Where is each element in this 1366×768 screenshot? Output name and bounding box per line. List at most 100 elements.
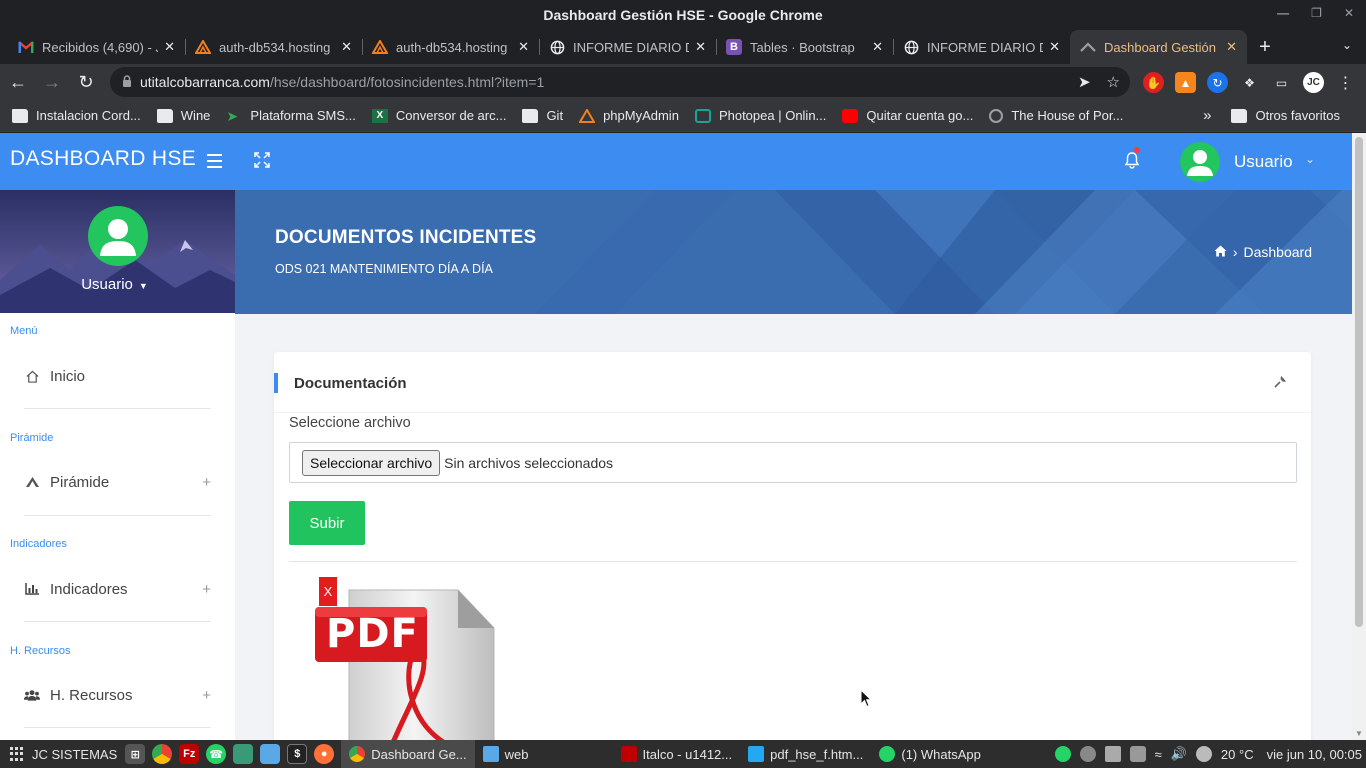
- sync-icon[interactable]: ↻: [1207, 72, 1228, 93]
- page-scrollbar[interactable]: ▲ ▼: [1352, 133, 1366, 740]
- forward-icon[interactable]: →: [36, 66, 68, 98]
- scroll-down-icon[interactable]: ▼: [1355, 729, 1363, 738]
- window-icon[interactable]: [233, 744, 254, 764]
- bookmark-item[interactable]: ➤ Plataforma SMS...: [226, 108, 355, 123]
- wrench-icon[interactable]: [1274, 375, 1286, 391]
- sidepanel-icon[interactable]: ▭: [1271, 72, 1292, 93]
- sidebar-item-piramide[interactable]: Pirámide +: [24, 464, 211, 500]
- close-icon[interactable]: ✕: [1344, 6, 1354, 20]
- avatar[interactable]: [88, 206, 148, 266]
- minimize-icon[interactable]: —: [1277, 6, 1289, 20]
- tab-dashboard[interactable]: Dashboard Gestión ✕: [1070, 30, 1247, 64]
- home-icon[interactable]: [1214, 244, 1227, 260]
- choose-file-button[interactable]: Seleccionar archivo: [302, 449, 441, 476]
- bookmark-item[interactable]: X Conversor de arc...: [371, 108, 506, 123]
- adblock-icon[interactable]: ✋: [1143, 72, 1164, 93]
- tab-title: Recibidos (4,690) - J: [42, 39, 159, 55]
- sidebar-item-recursos[interactable]: H. Recursos +: [24, 677, 211, 713]
- brand-logo[interactable]: DASHBOARD HSE: [10, 147, 196, 171]
- avatar[interactable]: [1180, 142, 1220, 182]
- taskbar-task[interactable]: Italco - u1412...: [613, 740, 741, 768]
- close-tab-icon[interactable]: ✕: [872, 39, 883, 55]
- expand-icon[interactable]: +: [202, 474, 211, 491]
- tab-search-icon[interactable]: ⌄: [1342, 38, 1352, 52]
- pdf-document-thumbnail[interactable]: PDF: [312, 574, 502, 740]
- calculator-icon[interactable]: ⊞: [125, 744, 146, 764]
- app-grid-icon[interactable]: [10, 747, 24, 761]
- kebab-menu-icon[interactable]: ⋮: [1335, 72, 1356, 93]
- profile-avatar[interactable]: JC: [1303, 72, 1324, 93]
- wifi-icon[interactable]: ≈: [1155, 747, 1162, 762]
- bookmark-item[interactable]: Git: [522, 108, 563, 123]
- send-icon[interactable]: ➤: [1078, 73, 1091, 91]
- bell-icon[interactable]: [1124, 151, 1140, 172]
- address-bar[interactable]: utitalcobarranca.com/hse/dashboard/fotos…: [110, 67, 1130, 97]
- sidebar-user-menu[interactable]: Usuario ▼: [0, 276, 235, 293]
- back-icon[interactable]: ←: [2, 66, 34, 98]
- metamask-icon[interactable]: ▲: [1175, 72, 1196, 93]
- puzzle-icon[interactable]: ❖: [1239, 72, 1260, 93]
- chevron-down-icon[interactable]: ⌄: [1305, 152, 1315, 166]
- taskbar-task[interactable]: web: [475, 740, 537, 768]
- bookmark-item[interactable]: Wine: [156, 108, 210, 123]
- close-tab-icon[interactable]: ✕: [518, 39, 529, 55]
- notification-badge: [1134, 147, 1140, 153]
- volume-icon[interactable]: 🔊: [1171, 746, 1187, 762]
- star-icon[interactable]: ☆: [1107, 73, 1120, 91]
- temperature: 20 °C: [1220, 746, 1254, 762]
- terminal-icon[interactable]: $: [287, 744, 308, 764]
- breadcrumb-link[interactable]: Dashboard: [1244, 244, 1313, 260]
- whatsapp-icon[interactable]: [1054, 746, 1071, 762]
- tab-hosting-1[interactable]: auth-db534.hosting ✕: [185, 30, 362, 64]
- upload-button[interactable]: Subir: [289, 501, 365, 545]
- tab-hosting-2[interactable]: auth-db534.hosting ✕: [362, 30, 539, 64]
- tab-informe-2[interactable]: INFORME DIARIO D ✕: [893, 30, 1070, 64]
- fullscreen-icon[interactable]: [254, 152, 270, 173]
- sidebar-item-indicadores[interactable]: Indicadores +: [24, 571, 211, 607]
- expand-icon[interactable]: +: [202, 581, 211, 598]
- bookmark-item[interactable]: Instalacion Cord...: [12, 108, 141, 123]
- app-icon: [1080, 39, 1096, 55]
- chrome-icon[interactable]: [152, 744, 173, 764]
- shield-icon[interactable]: [1129, 746, 1146, 762]
- new-tab-button[interactable]: +: [1247, 30, 1283, 64]
- tab-gmail[interactable]: Recibidos (4,690) - J ✕: [8, 30, 185, 64]
- clipboard-icon[interactable]: [1104, 746, 1121, 762]
- close-tab-icon[interactable]: ✕: [1049, 39, 1060, 55]
- taskbar-task[interactable]: (1) WhatsApp: [871, 740, 988, 768]
- filezilla-icon[interactable]: Fz: [179, 744, 200, 764]
- start-menu-label[interactable]: JC SISTEMAS: [32, 747, 117, 762]
- weather-icon: [1195, 746, 1212, 762]
- taskbar-task[interactable]: Dashboard Ge...: [341, 740, 475, 768]
- close-tab-icon[interactable]: ✕: [695, 39, 706, 55]
- scrollbar-thumb[interactable]: [1355, 137, 1363, 627]
- bookmark-item[interactable]: phpMyAdmin: [578, 107, 679, 123]
- bookmark-item[interactable]: The House of Por...: [989, 108, 1123, 123]
- close-tab-icon[interactable]: ✕: [164, 39, 175, 55]
- tab-bootstrap[interactable]: B Tables · Bootstrap ✕: [716, 30, 893, 64]
- reload-icon[interactable]: ↻: [70, 66, 102, 98]
- other-bookmarks[interactable]: Otros favoritos: [1231, 108, 1340, 123]
- whatsapp-icon[interactable]: ☎: [206, 744, 227, 764]
- bluetooth-icon[interactable]: [1079, 746, 1096, 762]
- sidebar-item-inicio[interactable]: Inicio: [24, 358, 211, 394]
- more-bookmarks-button[interactable]: »: [1203, 107, 1211, 124]
- bookmark-item[interactable]: Photopea | Onlin...: [694, 108, 826, 123]
- close-tab-icon[interactable]: ✕: [341, 39, 352, 55]
- clock[interactable]: vie jun 10, 00:05: [1267, 747, 1362, 762]
- folder-icon[interactable]: [260, 744, 281, 764]
- user-menu-name[interactable]: Usuario: [1234, 152, 1293, 172]
- restore-icon[interactable]: ❐: [1311, 6, 1322, 20]
- delete-file-button[interactable]: X: [319, 577, 337, 606]
- firefox-icon[interactable]: ●: [314, 744, 335, 764]
- taskbar-task[interactable]: pdf_hse_f.htm...: [740, 740, 871, 768]
- expand-icon[interactable]: +: [202, 687, 211, 704]
- tab-informe-1[interactable]: INFORME DIARIO D ✕: [539, 30, 716, 64]
- menu-toggle-icon[interactable]: [207, 154, 222, 172]
- file-input[interactable]: Seleccionar archivo Sin archivos selecci…: [289, 442, 1297, 483]
- lock-icon[interactable]: [122, 74, 132, 90]
- close-tab-icon[interactable]: ✕: [1226, 39, 1237, 55]
- taskbar-task-label: web: [504, 746, 529, 762]
- bookmark-item[interactable]: Quitar cuenta go...: [842, 108, 973, 123]
- tab-title: auth-db534.hosting: [396, 39, 508, 55]
